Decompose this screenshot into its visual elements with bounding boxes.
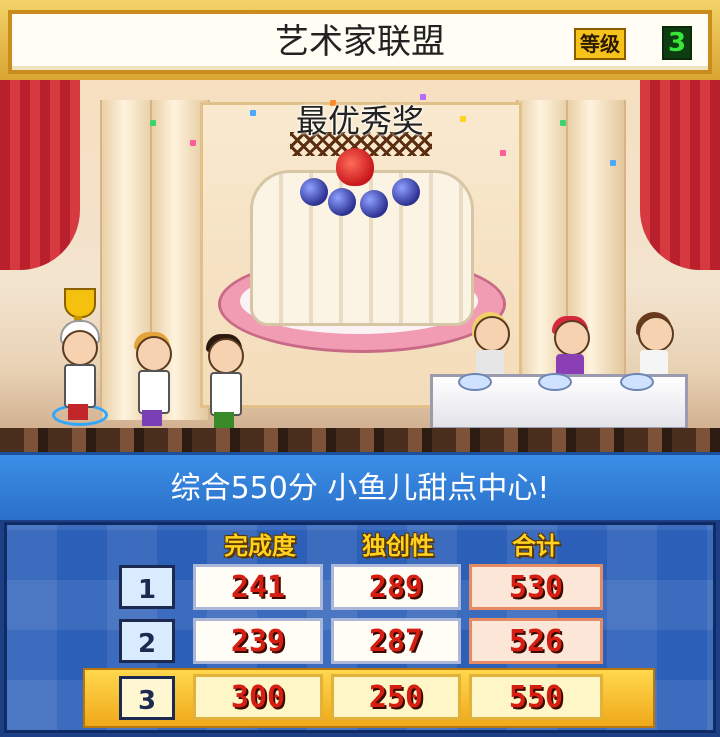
result-text: 综合550分 小鱼儿甜点中心! (170, 471, 550, 506)
contest-stage: 最优秀奖 (0, 80, 720, 452)
judge-plate (538, 373, 572, 391)
rank-label: 2 (119, 619, 175, 663)
confetti (500, 150, 506, 156)
pudding-dessert (250, 170, 474, 326)
score-board-panel: 完成度 独创性 合计 1 241 289 530 2 239 287 526 3… (4, 522, 716, 733)
originality-score: 287 (331, 618, 461, 664)
header-panel: 艺术家联盟 等级 3 (8, 10, 712, 74)
total-score: 526 (469, 618, 603, 664)
blueberry (392, 178, 420, 206)
chef-contestant (132, 332, 172, 426)
rank-label-current: 3 (119, 676, 175, 720)
completion-score: 239 (193, 618, 323, 664)
award-title: 最优秀奖 (295, 102, 424, 140)
level-value: 3 (662, 26, 692, 60)
completion-score: 241 (193, 564, 323, 610)
blueberry (300, 178, 328, 206)
audience-row (0, 428, 720, 452)
completion-score: 300 (193, 674, 323, 720)
judge-plate (458, 373, 492, 391)
column-header-originality: 独创性 (362, 532, 434, 560)
blueberry (328, 188, 356, 216)
blueberry (360, 190, 388, 218)
originality-score: 250 (331, 674, 461, 720)
total-score: 530 (469, 564, 603, 610)
total-score: 550 (469, 674, 603, 720)
chef-contestant (204, 334, 244, 428)
rank-label: 1 (119, 565, 175, 609)
header-bar: 艺术家联盟 等级 3 (0, 0, 720, 80)
originality-score: 289 (331, 564, 461, 610)
confetti (610, 160, 616, 166)
judge-plate (620, 373, 654, 391)
chef-contestant-winner (58, 320, 100, 420)
column-header-completion: 完成度 (224, 532, 296, 560)
column-header-total: 合计 (512, 532, 560, 560)
strawberry (336, 148, 374, 186)
score-board: 完成度 独创性 合计 1 241 289 530 2 239 287 526 3… (0, 520, 720, 737)
result-banner: 综合550分 小鱼儿甜点中心! (0, 452, 720, 523)
level-label: 等级 (574, 28, 626, 60)
